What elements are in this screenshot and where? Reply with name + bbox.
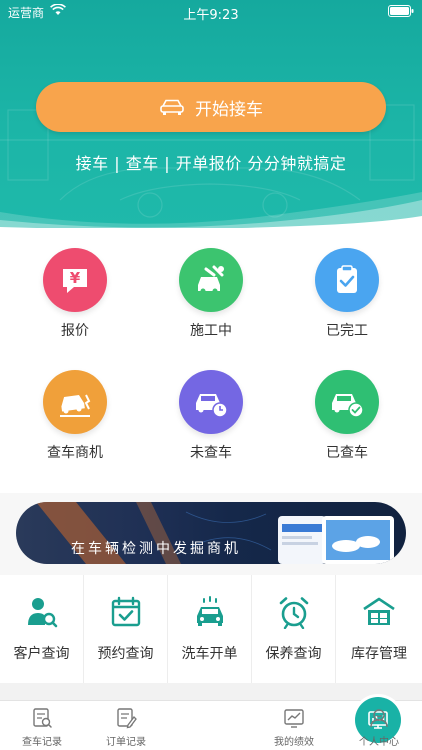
grid-item-completed[interactable]: 已完工 xyxy=(277,248,417,340)
car-check-icon xyxy=(332,394,364,418)
tool-label-inventory-management: 库存管理 xyxy=(351,646,407,662)
car-icon xyxy=(160,99,184,115)
car-wash-icon xyxy=(196,596,223,626)
battery-icon xyxy=(388,5,414,17)
tab-label-my-performance: 我的绩效 xyxy=(274,737,314,748)
grid-item-not-inspected[interactable]: 未查车 xyxy=(141,370,281,462)
yen-chat-icon: ¥ xyxy=(63,269,87,293)
tool-maintenance-search[interactable]: 保养查询 xyxy=(252,575,336,683)
tool-car-wash-order[interactable]: 洗车开单 xyxy=(168,575,252,683)
tab-label-personal-center: 个人中心 xyxy=(359,737,399,748)
inspected-icon-circle xyxy=(315,370,379,434)
order-record-icon xyxy=(117,708,137,729)
svg-text:¥: ¥ xyxy=(70,269,81,287)
tab-my-performance[interactable]: 我的绩效 xyxy=(252,701,336,750)
tool-customer-search[interactable]: 客户查询 xyxy=(0,575,84,683)
start-reception-label: 开始接车 xyxy=(195,99,263,120)
inspection-opportunity-icon-circle xyxy=(43,370,107,434)
grid-item-inspection-opportunity[interactable]: 查车商机 xyxy=(5,370,145,462)
quote-icon-circle: ¥ xyxy=(43,248,107,312)
car-record-icon xyxy=(33,708,52,728)
car-clock-icon xyxy=(196,394,228,418)
tool-label-customer-search: 客户查询 xyxy=(13,646,70,662)
tab-label-order-records: 订单记录 xyxy=(106,737,146,748)
tab-order-records[interactable]: 订单记录 xyxy=(84,701,168,750)
tool-appointment-search[interactable]: 预约查询 xyxy=(84,575,168,683)
in-progress-icon-circle xyxy=(179,248,243,312)
warehouse-icon xyxy=(363,597,395,625)
grid-label-inspection-opportunity: 查车商机 xyxy=(47,445,103,461)
status-bar: 运营商 上午9:23 xyxy=(0,0,422,23)
car-crash-icon xyxy=(60,394,91,417)
tab-personal-center[interactable]: 个人中心 xyxy=(336,701,422,750)
grid-label-not-inspected: 未查车 xyxy=(190,445,232,461)
clipboard-check-icon xyxy=(337,265,357,293)
car-repair-icon xyxy=(198,265,224,294)
grid-label-quote: 报价 xyxy=(61,323,89,339)
completed-icon-circle xyxy=(315,248,379,312)
performance-chart-icon xyxy=(284,709,304,728)
hero-header: 运营商 上午9:23 开始接车 接车 | 查车 | 开单报价 分分钟就搞定 xyxy=(0,0,422,228)
tab-inspection-records[interactable]: 查车记录 xyxy=(0,701,84,750)
grid-item-inspected[interactable]: 已查车 xyxy=(277,370,417,462)
banner-text: 在车辆检测中发掘商机 xyxy=(71,541,241,557)
tab-dashboard[interactable] xyxy=(168,697,401,750)
tool-label-maintenance-search: 保养查询 xyxy=(265,646,322,662)
tool-label-car-wash-order: 洗车开单 xyxy=(181,646,238,662)
status-time: 上午9:23 xyxy=(183,8,239,23)
customer-search-icon xyxy=(27,598,57,628)
hero-slogan: 接车 | 查车 | 开单报价 分分钟就搞定 xyxy=(75,154,347,173)
status-grid: ¥ 报价 施工中 已完工 查车商机 未查车 已查车 xyxy=(0,228,422,493)
tool-label-appointment-search: 预约查询 xyxy=(97,646,154,662)
grid-label-inspected: 已查车 xyxy=(326,445,368,461)
hero-wave-decoration xyxy=(0,192,422,228)
not-inspected-icon-circle xyxy=(179,370,243,434)
promo-banner[interactable]: 在车辆检测中发掘商机 xyxy=(16,502,406,564)
alarm-clock-icon xyxy=(279,597,308,630)
grid-item-quote[interactable]: ¥ 报价 xyxy=(5,248,145,340)
calendar-check-icon xyxy=(111,596,140,627)
grid-label-completed: 已完工 xyxy=(326,323,368,339)
tools-row: 客户查询 预约查询 洗车开单 保养查询 库存管理 xyxy=(0,575,422,683)
grid-item-in-progress[interactable]: 施工中 xyxy=(141,248,281,340)
bottom-tab-bar: 查车记录 订单记录 我的绩效 个人中心 xyxy=(0,697,422,750)
tool-inventory-management[interactable]: 库存管理 xyxy=(336,575,422,683)
grid-label-in-progress: 施工中 xyxy=(190,323,232,339)
start-reception-button[interactable]: 开始接车 xyxy=(36,82,386,132)
tab-label-inspection-records: 查车记录 xyxy=(22,737,62,748)
person-icon xyxy=(370,709,388,728)
banner-section: 在车辆检测中发掘商机 xyxy=(0,493,422,575)
